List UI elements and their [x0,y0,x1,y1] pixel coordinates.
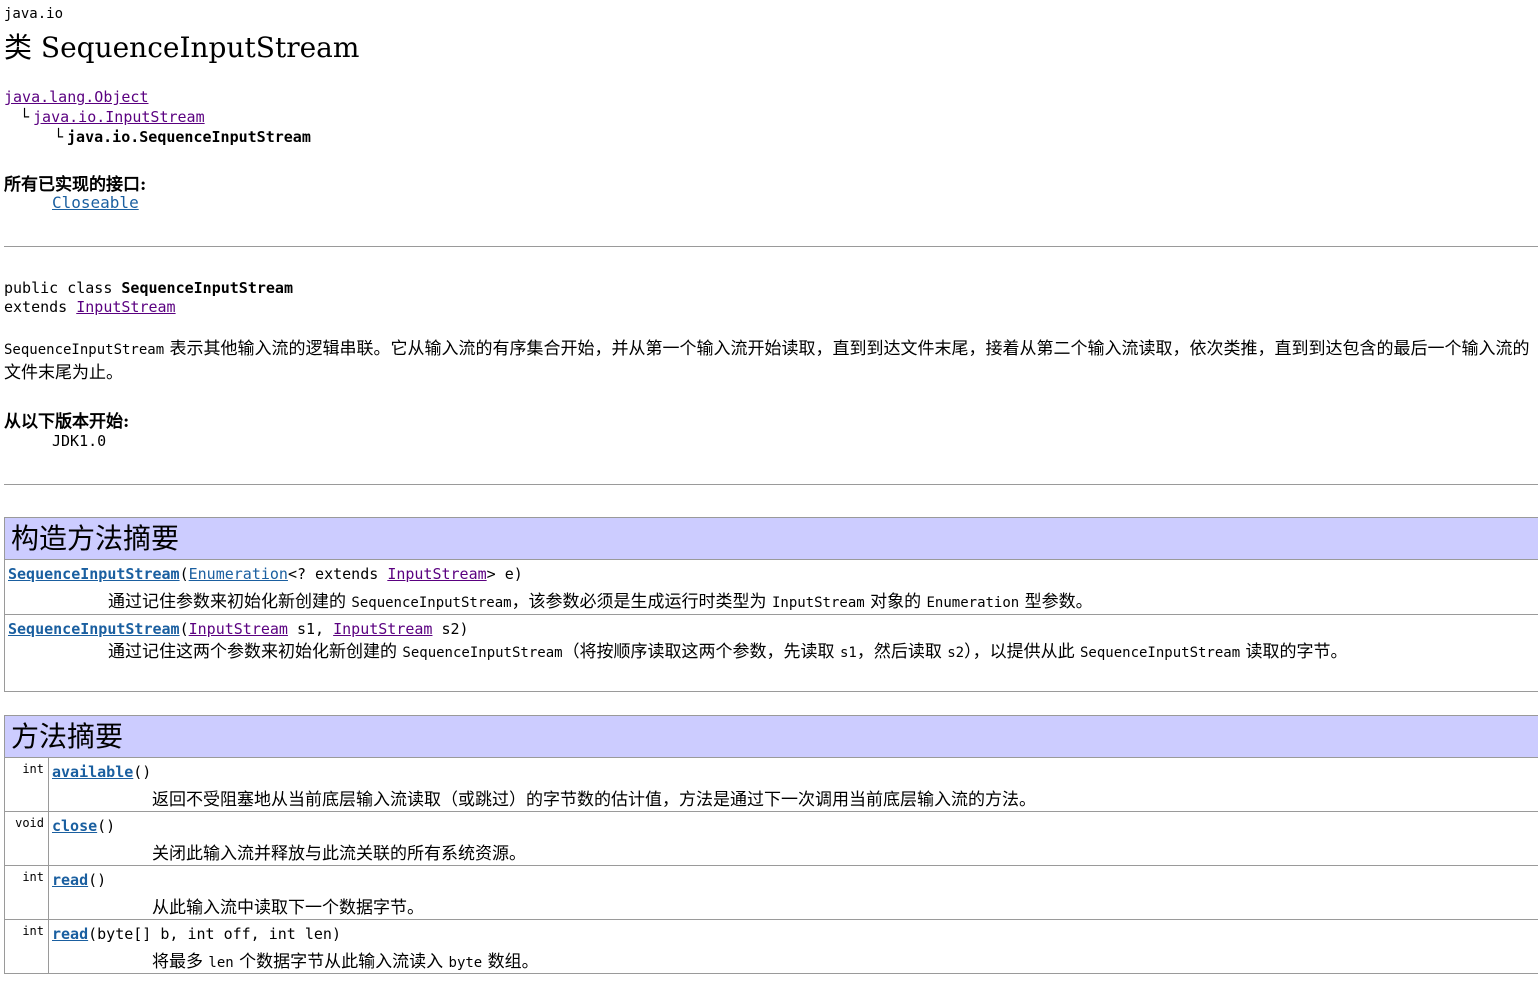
desc-code: s2 [947,645,965,661]
table-row: int available() 返回不受阻塞地从当前底层输入流读取（或跳过）的字… [4,758,1538,812]
param-text: s2) [432,620,469,638]
constructor-link[interactable]: SequenceInputStream [8,620,180,638]
hierarchy-self-label: java.io.SequenceInputStream [67,128,311,146]
implemented-interfaces-heading: 所有已实现的接口: [4,175,147,195]
page-title: 类 SequenceInputStream [4,31,360,64]
hierarchy-root: java.lang.Object [4,88,149,106]
desc-text: （将按顺序读取这两个参数，先读取 [562,642,840,662]
desc-code: InputStream [771,595,865,611]
tree-branch-icon: └ [20,108,30,126]
method-description: 关闭此输入流并释放与此流关联的所有系统资源。 [152,844,526,864]
method-link-read-array[interactable]: read [52,925,88,943]
hierarchy-parent-link[interactable]: java.io.InputStream [33,108,205,126]
method-link-close[interactable]: close [52,817,97,835]
method-params: (byte[] b, int off, int len) [88,925,341,943]
package-name: java.io [4,6,64,22]
inputstream-link[interactable]: InputStream [333,620,432,638]
class-declaration: public class SequenceInputStream [4,279,293,297]
method-link-read[interactable]: read [52,871,88,889]
desc-code: byte [448,955,483,971]
declaration-name: SequenceInputStream [121,279,293,297]
constructor-signature: SequenceInputStream(Enumeration<? extend… [8,565,523,583]
method-link-available[interactable]: available [52,763,133,781]
desc-text: ，然后读取 [856,642,948,662]
method-description: 返回不受阻塞地从当前底层输入流读取（或跳过）的字节数的估计值，方法是通过下一次调… [152,790,1036,810]
method-params: () [88,871,107,889]
desc-code: s1 [839,645,857,661]
hierarchy-self: └ java.io.SequenceInputStream [54,128,311,146]
table-row: void close() 关闭此输入流并释放与此流关联的所有系统资源。 [4,812,1538,866]
constructor-signature: SequenceInputStream(InputStream s1, Inpu… [8,620,469,638]
desc-text: 型参数。 [1019,592,1093,612]
desc-text: 个数据字节从此输入流读入 [233,952,449,972]
class-extends: extends InputStream [4,298,176,316]
tree-branch-icon: └ [54,128,64,146]
desc-text: 数组。 [482,952,539,972]
table-row: SequenceInputStream(Enumeration<? extend… [4,560,1538,615]
description-text: 表示其他输入流的逻辑串联。它从输入流的有序集合开始，并从第一个输入流开始读取，直… [4,339,1530,383]
desc-text: 将最多 [152,952,209,972]
method-description: 将最多 len 个数据字节从此输入流读入 byte 数组。 [152,947,539,972]
return-type: int [5,866,49,919]
desc-code: Enumeration [926,595,1020,611]
method-summary: 方法摘要 int available() 返回不受阻塞地从当前底层输入流读取（或… [4,715,1538,974]
inputstream-link[interactable]: InputStream [189,620,288,638]
constructor-description: 通过记住这两个参数来初始化新创建的 SequenceInputStream（将按… [8,641,1528,664]
inputstream-link[interactable]: InputStream [387,565,486,583]
method-cell: close() 关闭此输入流并释放与此流关联的所有系统资源。 [49,812,1538,865]
method-signature: read() [52,871,106,889]
since-value: JDK1.0 [52,432,107,450]
table-row: int read() 从此输入流中读取下一个数据字节。 [4,866,1538,920]
hierarchy-parent: └ java.io.InputStream [20,108,205,126]
method-signature: close() [52,817,115,835]
method-cell: available() 返回不受阻塞地从当前底层输入流读取（或跳过）的字节数的估… [49,758,1538,811]
divider [4,246,1538,247]
desc-code: SequenceInputStream [402,645,563,661]
extends-keyword: extends [4,298,77,316]
param-text: > e) [486,565,523,583]
table-row: SequenceInputStream(InputStream s1, Inpu… [4,615,1538,692]
constructor-description: 通过记住参数来初始化新创建的 SequenceInputStream，该参数必须… [108,587,1093,612]
hierarchy-root-link[interactable]: java.lang.Object [4,88,149,106]
method-cell: read(byte[] b, int off, int len) 将最多 len… [49,920,1538,973]
extends-link[interactable]: InputStream [76,298,175,316]
desc-text: 通过记住参数来初始化新创建的 [108,592,352,612]
desc-code: len [208,955,234,971]
method-params: () [97,817,116,835]
description-code: SequenceInputStream [4,342,165,358]
return-type: int [5,758,49,811]
paren: ( [179,565,189,583]
class-description: SequenceInputStream 表示其他输入流的逻辑串联。它从输入流的有… [4,338,1538,385]
desc-code: SequenceInputStream [1080,645,1241,661]
method-signature: available() [52,763,151,781]
desc-text: 对象的 [864,592,927,612]
implemented-interfaces-value: Closeable [52,193,139,212]
method-description: 从此输入流中读取下一个数据字节。 [152,898,424,918]
method-cell: read() 从此输入流中读取下一个数据字节。 [49,866,1538,919]
return-type: void [5,812,49,865]
divider [4,484,1538,485]
constructor-link[interactable]: SequenceInputStream [8,565,180,583]
param-text: s1, [287,620,334,638]
method-signature: read(byte[] b, int off, int len) [52,925,341,943]
method-params: () [133,763,152,781]
declaration-modifiers: public class [4,279,122,297]
desc-text: ），以提供从此 [964,642,1080,662]
paren: ( [179,620,189,638]
param-text: <? extends [287,565,388,583]
closeable-link[interactable]: Closeable [52,193,139,212]
method-summary-heading: 方法摘要 [4,715,1538,758]
desc-text: 读取的字节。 [1240,642,1348,662]
desc-text: ，该参数必须是生成运行时类型为 [511,592,772,612]
return-type: int [5,920,49,973]
constructor-summary-heading: 构造方法摘要 [4,517,1538,560]
enumeration-link[interactable]: Enumeration [189,565,288,583]
table-row: int read(byte[] b, int off, int len) 将最多… [4,920,1538,974]
desc-code: SequenceInputStream [351,595,512,611]
constructor-summary: 构造方法摘要 SequenceInputStream(Enumeration<?… [4,517,1538,692]
since-heading: 从以下版本开始: [4,412,130,432]
desc-text: 通过记住这两个参数来初始化新创建的 [108,642,403,662]
